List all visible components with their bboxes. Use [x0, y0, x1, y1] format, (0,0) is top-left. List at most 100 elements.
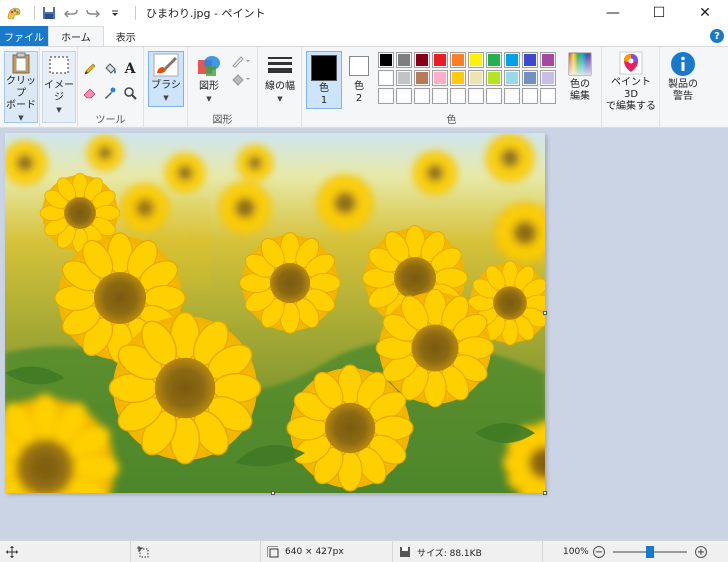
resize-handle-bottom[interactable] [271, 491, 275, 495]
palette-swatch[interactable] [540, 70, 556, 86]
fill-icon[interactable] [102, 61, 118, 77]
palette-swatch[interactable] [522, 52, 538, 68]
resize-handle-corner[interactable] [543, 491, 547, 495]
swatch-color [380, 54, 392, 66]
outline-icon[interactable] [230, 53, 252, 69]
palette-swatch[interactable] [450, 52, 466, 68]
minimize-button[interactable]: — [590, 0, 636, 26]
palette-swatch[interactable] [486, 70, 502, 86]
clipboard-label-1: クリップ [6, 76, 36, 99]
palette-swatch[interactable] [432, 88, 448, 104]
palette-swatch[interactable] [468, 88, 484, 104]
shapes-label: 図形 [199, 81, 219, 92]
colors-group: 色 1 色 2 色の 編集 色 [302, 47, 602, 128]
palette-swatch[interactable] [504, 70, 520, 86]
clipboard-group: クリップ ボード ▼ [0, 47, 40, 128]
palette-swatch[interactable] [504, 88, 520, 104]
drawing-canvas[interactable] [5, 133, 545, 493]
palette-swatch[interactable] [450, 88, 466, 104]
paint3d-label-2: で編集する [606, 101, 656, 112]
tab-file[interactable]: ファイル [0, 26, 48, 46]
zoom-out-button[interactable]: − [593, 546, 605, 558]
stroke-group: 線の幅 ▼ [258, 47, 302, 128]
palette-swatch[interactable] [378, 52, 394, 68]
palette-swatch[interactable] [396, 52, 412, 68]
customize-qa-icon[interactable] [107, 5, 123, 21]
edit-in-paint3d-button[interactable]: ペイント 3D で編集する [604, 51, 658, 113]
swatch-color [506, 72, 518, 84]
product-alert-button[interactable]: 製品の 警告 [662, 51, 704, 113]
swatch-color [542, 90, 554, 102]
palette-swatch[interactable] [468, 52, 484, 68]
tools-group: A ツール [78, 47, 144, 128]
undo-icon[interactable] [63, 5, 79, 21]
swatch-color [524, 90, 536, 102]
palette-swatch[interactable] [378, 88, 394, 104]
magnifier-icon[interactable] [122, 85, 138, 101]
brush-icon [153, 52, 179, 78]
palette-swatch[interactable] [432, 52, 448, 68]
help-icon[interactable]: ? [710, 29, 724, 43]
fill-shape-icon[interactable] [230, 71, 252, 87]
chevron-down-icon: ▼ [163, 94, 169, 102]
clipboard-button[interactable]: クリップ ボード ▼ [4, 51, 38, 123]
palette-swatch[interactable] [378, 70, 394, 86]
palette-swatch[interactable] [540, 52, 556, 68]
palette-swatch[interactable] [540, 88, 556, 104]
tab-home[interactable]: ホーム [48, 26, 104, 46]
paint-app-icon[interactable] [6, 5, 22, 21]
clipboard-icon [8, 52, 34, 74]
swatch-color [434, 54, 446, 66]
ribbon: クリップ ボード ▼ イメージ ▼ A ツール ブラシ ▼ 図形 ▼ 図形 線の… [0, 46, 728, 128]
palette-swatch[interactable] [414, 52, 430, 68]
close-button[interactable]: ✕ [682, 0, 728, 26]
brush-button[interactable]: ブラシ ▼ [148, 51, 184, 107]
tools-group-label: ツール [95, 115, 126, 126]
tab-view[interactable]: 表示 [104, 26, 148, 46]
palette-swatch[interactable] [414, 70, 430, 86]
color1-label-1: 色 [319, 83, 329, 94]
palette-swatch[interactable] [450, 70, 466, 86]
window-controls: — ☐ ✕ [590, 0, 728, 26]
swatch-color [398, 72, 410, 84]
color-picker-icon[interactable] [102, 85, 118, 101]
zoom-slider-thumb[interactable] [646, 546, 654, 558]
eraser-icon[interactable] [82, 85, 98, 101]
swatch-color [542, 54, 554, 66]
edit-colors-button[interactable]: 色の 編集 [562, 51, 598, 109]
product-alert-label-2: 警告 [673, 91, 693, 102]
palette-swatch[interactable] [414, 88, 430, 104]
maximize-button[interactable]: ☐ [636, 0, 682, 26]
selection-size-cell [130, 541, 260, 562]
palette-swatch[interactable] [522, 70, 538, 86]
select-icon [46, 52, 72, 78]
palette-swatch[interactable] [396, 70, 412, 86]
shapes-button[interactable]: 図形 ▼ [192, 53, 226, 109]
swatch-color [470, 54, 482, 66]
palette-swatch[interactable] [504, 52, 520, 68]
image-button[interactable]: イメージ ▼ [42, 51, 76, 123]
text-icon[interactable]: A [122, 61, 138, 77]
palette-swatch[interactable] [486, 52, 502, 68]
status-bar: 640 × 427px サイズ: 88.1KB 100% − + [0, 540, 728, 562]
zoom-cell: 100% − + [542, 541, 728, 562]
canvas-workspace [0, 128, 728, 540]
stroke-width-button[interactable]: 線の幅 ▼ [262, 53, 298, 109]
palette-swatch[interactable] [468, 70, 484, 86]
canvas-size-icon [267, 546, 279, 558]
color1-button[interactable]: 色 1 [306, 51, 342, 109]
zoom-in-button[interactable]: + [695, 546, 707, 558]
pencil-icon[interactable] [82, 61, 98, 77]
swatch-color [470, 90, 482, 102]
image-label: イメージ [44, 80, 74, 103]
color2-label-2: 2 [355, 93, 363, 104]
palette-swatch[interactable] [486, 88, 502, 104]
color2-button[interactable]: 色 2 [344, 51, 374, 109]
redo-icon[interactable] [85, 5, 101, 21]
palette-swatch[interactable] [522, 88, 538, 104]
save-icon[interactable] [41, 5, 57, 21]
resize-handle-right[interactable] [543, 311, 547, 315]
swatch-color [416, 54, 428, 66]
palette-swatch[interactable] [432, 70, 448, 86]
palette-swatch[interactable] [396, 88, 412, 104]
